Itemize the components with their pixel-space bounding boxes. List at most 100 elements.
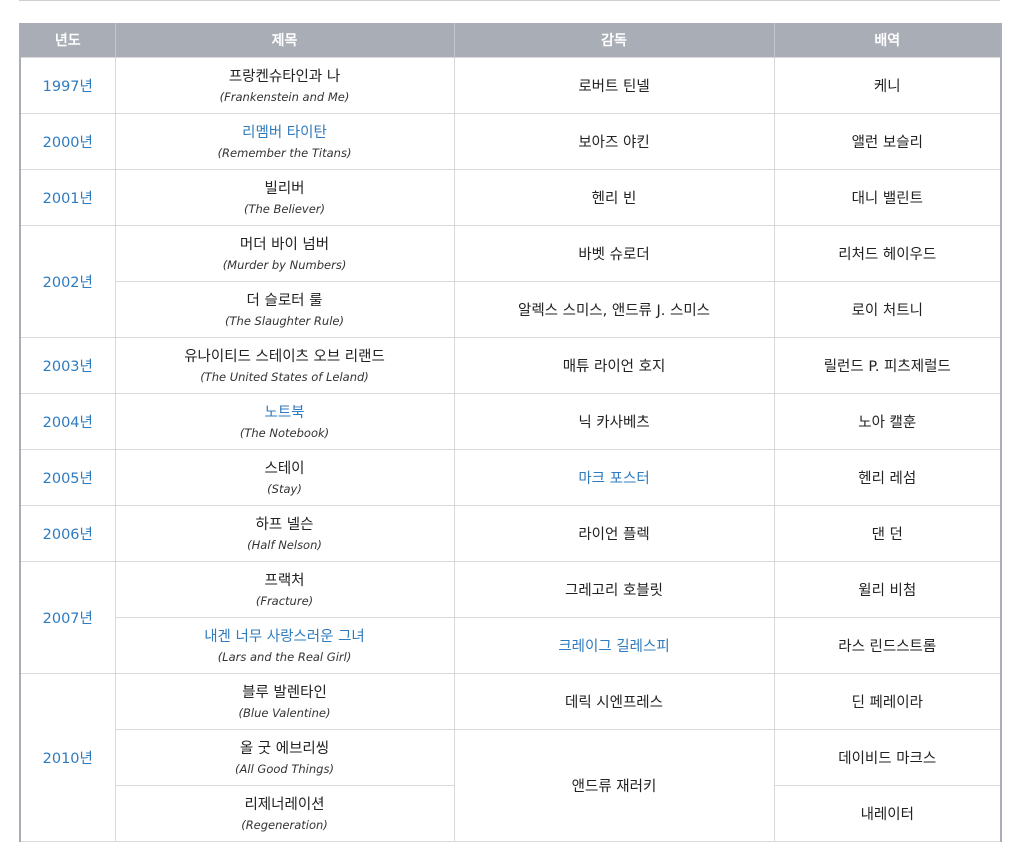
title-cell: 스테이 (Stay)	[114, 449, 455, 506]
table-row: 2007년 프랙처 (Fracture) 그레고리 호블릿 윌리 비첨	[19, 561, 1002, 674]
role-cell: 댄 던	[773, 505, 1002, 562]
role-cell: 리처드 헤이우드	[773, 225, 1002, 282]
director-cell: 데릭 시엔프레스	[453, 673, 775, 730]
title-cell: 프랑켄슈타인과 나 (Frankenstein and Me)	[114, 57, 455, 114]
title-cell: 블루 발렌타인 (Blue Valentine)	[114, 673, 455, 730]
title-english: (Fracture)	[255, 593, 314, 608]
title-cell: 리멤버 타이탄 (Remember the Titans)	[114, 113, 455, 170]
director-cell: 보아즈 야킨	[453, 113, 775, 170]
director-link[interactable]: 마크 포스터	[453, 449, 775, 506]
year-link[interactable]: 2005년	[19, 449, 116, 506]
role-cell: 대니 밸린트	[773, 169, 1002, 226]
role-cell: 앨런 보슬리	[773, 113, 1002, 170]
title-cell: 내겐 너무 사랑스러운 그녀 (Lars and the Real Girl)	[114, 617, 455, 674]
title-korean: 하프 넬슨	[255, 516, 314, 533]
role-cell: 노아 캘훈	[773, 393, 1002, 450]
table-body: 1997년 프랑켄슈타인과 나 (Frankenstein and Me) 로버…	[19, 57, 1002, 842]
title-korean: 빌리버	[264, 180, 305, 197]
table-row: 2006년 하프 넬슨 (Half Nelson) 라이언 플렉 댄 던	[19, 505, 1002, 562]
title-cell: 노트북 (The Notebook)	[114, 393, 455, 450]
title-cell: 하프 넬슨 (Half Nelson)	[114, 505, 455, 562]
header-year: 년도	[20, 23, 116, 58]
title-korean-link[interactable]: 노트북	[116, 403, 454, 423]
title-korean-link[interactable]: 리멤버 타이탄	[116, 123, 454, 143]
table-row: 2010년 블루 발렌타인 (Blue Valentine) 데릭 시엔프레스 …	[19, 673, 1002, 842]
director-cell: 앤드류 재러키	[453, 729, 775, 842]
title-korean: 올 굿 에브리씽	[239, 740, 330, 757]
title-cell: 머더 바이 넘버 (Murder by Numbers)	[114, 225, 455, 282]
role-cell: 내레이터	[773, 785, 1002, 842]
role-cell: 데이비드 마크스	[773, 729, 1002, 786]
role-cell: 윌리 비첨	[773, 561, 1002, 618]
role-cell: 헨리 레섬	[773, 449, 1002, 506]
title-english: (The Believer)	[243, 201, 326, 216]
director-cell: 매튜 라이언 호지	[453, 337, 775, 394]
title-cell: 프랙처 (Fracture)	[114, 561, 455, 618]
header-director: 감독	[454, 23, 775, 58]
title-cell: 올 굿 에브리씽 (All Good Things)	[114, 729, 455, 786]
title-english: (Half Nelson)	[247, 537, 322, 552]
year-link[interactable]: 2003년	[19, 337, 116, 394]
role-cell: 라스 린드스트롬	[773, 617, 1002, 674]
table-row: 더 슬로터 룰 (The Slaughter Rule) 알렉스 스미스, 앤드…	[20, 281, 1002, 338]
title-korean: 더 슬로터 룰	[246, 292, 323, 309]
table-row: 2002년 머더 바이 넘버 (Murder by Numbers) 바벳 슈로…	[19, 225, 1002, 338]
top-rule	[19, 0, 1000, 1]
role-cell: 딘 페레이라	[773, 673, 1002, 730]
table-row: 2000년 리멤버 타이탄 (Remember the Titans) 보아즈 …	[19, 113, 1002, 170]
table-row: 2001년 빌리버 (The Believer) 헨리 빈 대니 밸린트	[19, 169, 1002, 226]
title-korean: 리제너레이션	[244, 796, 325, 813]
title-english: (Frankenstein and Me)	[219, 89, 350, 104]
role-cell: 로이 처트니	[773, 281, 1002, 338]
title-english: (The United States of Leland)	[200, 369, 369, 384]
director-cell: 알렉스 스미스, 앤드류 J. 스미스	[453, 281, 775, 338]
year-link[interactable]: 2004년	[19, 393, 116, 450]
year-link[interactable]: 2001년	[19, 169, 116, 226]
director-cell: 로버트 틴넬	[453, 57, 775, 114]
year-link[interactable]: 2006년	[19, 505, 116, 562]
table-row: 올 굿 에브리씽 (All Good Things) 앤드류 재러키 데이비드 …	[20, 729, 1002, 842]
role-cell: 케니	[773, 57, 1002, 114]
title-english: (Lars and the Real Girl)	[217, 649, 352, 664]
table-row: 내겐 너무 사랑스러운 그녀 (Lars and the Real Girl) …	[20, 617, 1002, 674]
director-cell: 라이언 플렉	[453, 505, 775, 562]
title-cell: 리제너레이션 (Regeneration)	[114, 785, 455, 842]
filmography-table: 년도 제목 감독 배역 1997년 프랑켄슈타인과 나 (Frankenstei…	[19, 23, 1002, 842]
director-cell: 바벳 슈로더	[453, 225, 775, 282]
title-english: (Stay)	[267, 481, 302, 496]
title-english: (The Slaughter Rule)	[225, 313, 344, 328]
year-link[interactable]: 2010년	[19, 673, 116, 842]
title-english: (Remember the Titans)	[217, 145, 352, 160]
year-link[interactable]: 1997년	[19, 57, 116, 114]
year-link[interactable]: 2000년	[19, 113, 116, 170]
table-row: 2004년 노트북 (The Notebook) 닉 카사베츠 노아 캘훈	[19, 393, 1002, 450]
title-english: (Blue Valentine)	[238, 705, 331, 720]
header-role: 배역	[774, 23, 1001, 58]
table-row: 1997년 프랑켄슈타인과 나 (Frankenstein and Me) 로버…	[19, 57, 1002, 114]
director-cell: 닉 카사베츠	[453, 393, 775, 450]
title-english: (All Good Things)	[235, 761, 334, 776]
director-link[interactable]: 크레이그 길레스피	[453, 617, 775, 674]
header-title: 제목	[115, 23, 455, 58]
title-korean: 유나이티드 스테이츠 오브 리랜드	[184, 348, 385, 365]
title-korean: 프랙처	[264, 572, 305, 589]
title-cell: 더 슬로터 룰 (The Slaughter Rule)	[114, 281, 455, 338]
title-korean-link[interactable]: 내겐 너무 사랑스러운 그녀	[116, 627, 454, 647]
title-korean: 프랑켄슈타인과 나	[228, 68, 341, 85]
table-row: 2003년 유나이티드 스테이츠 오브 리랜드 (The United Stat…	[19, 337, 1002, 394]
title-cell: 빌리버 (The Believer)	[114, 169, 455, 226]
title-korean: 스테이	[264, 460, 305, 477]
director-cell: 헨리 빈	[453, 169, 775, 226]
table-header: 년도 제목 감독 배역	[20, 23, 1001, 58]
director-cell: 그레고리 호블릿	[453, 561, 775, 618]
title-korean: 머더 바이 넘버	[239, 236, 330, 253]
year-link[interactable]: 2002년	[19, 225, 116, 338]
title-korean: 블루 발렌타인	[242, 684, 327, 701]
title-english: (Regeneration)	[241, 817, 328, 832]
year-link[interactable]: 2007년	[19, 561, 116, 674]
title-english: (The Notebook)	[239, 425, 330, 440]
role-cell: 릴런드 P. 피츠제럴드	[773, 337, 1002, 394]
title-english: (Murder by Numbers)	[222, 257, 347, 272]
title-cell: 유나이티드 스테이츠 오브 리랜드 (The United States of …	[114, 337, 455, 394]
table-row: 2005년 스테이 (Stay) 마크 포스터 헨리 레섬	[19, 449, 1002, 506]
